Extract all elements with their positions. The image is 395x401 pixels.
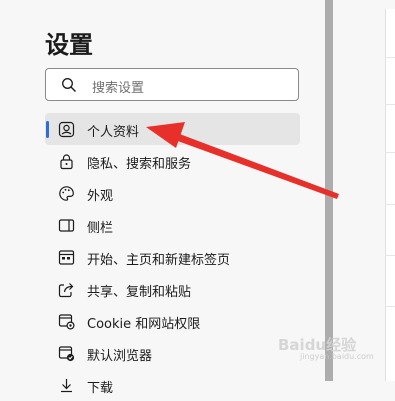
annotation-arrow [146, 122, 339, 199]
watermark: Baidu经验 jingyan.baidu.com [278, 334, 393, 362]
watermark-subtext: jingyan.baidu.com [300, 352, 374, 361]
